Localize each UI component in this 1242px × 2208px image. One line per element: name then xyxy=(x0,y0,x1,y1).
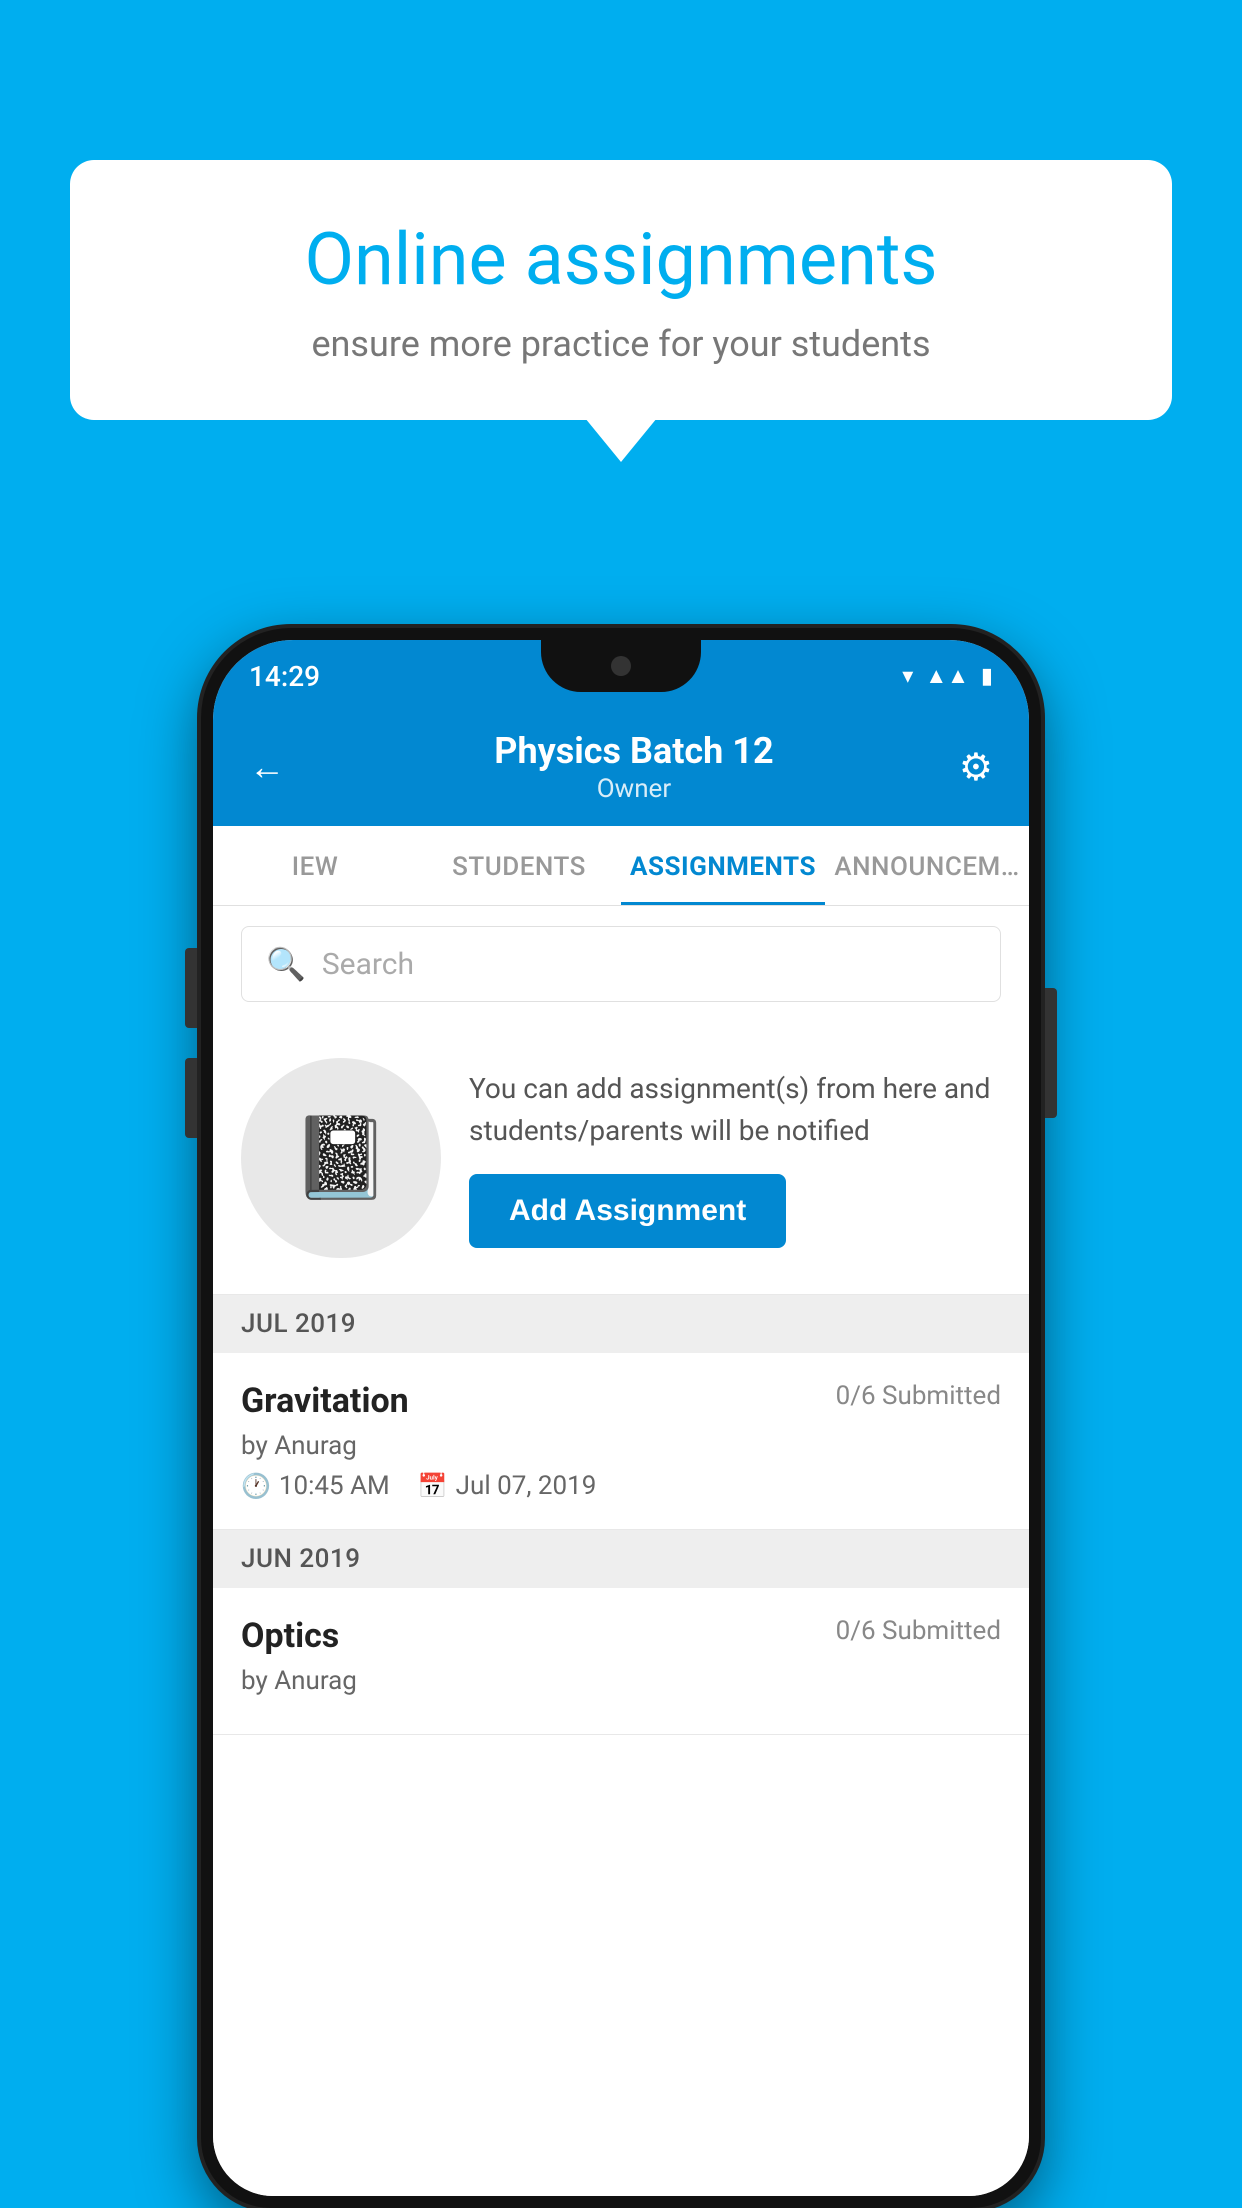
battery-icon: ▮ xyxy=(981,664,993,689)
tab-students[interactable]: STUDENTS xyxy=(417,826,621,905)
assignment-icon-circle: 📓 xyxy=(241,1058,441,1258)
notebook-icon: 📓 xyxy=(291,1111,391,1205)
main-content: 🔍 Search 📓 You can add assignment(s) fro… xyxy=(213,906,1029,2196)
assignment-item-optics[interactable]: Optics 0/6 Submitted by Anurag xyxy=(213,1588,1029,1735)
month-separator-jun: JUN 2019 xyxy=(213,1530,1029,1588)
header-subtitle: Owner xyxy=(309,774,959,804)
assignment-title: Gravitation xyxy=(241,1381,409,1421)
assignment-submitted-optics: 0/6 Submitted xyxy=(836,1616,1001,1646)
volume-up-button xyxy=(185,948,197,1028)
speech-bubble-subtitle: ensure more practice for your students xyxy=(130,323,1112,365)
speech-bubble-title: Online assignments xyxy=(130,220,1112,299)
camera xyxy=(611,656,631,676)
assignment-header-optics: Optics 0/6 Submitted xyxy=(241,1616,1001,1656)
search-bar[interactable]: 🔍 Search xyxy=(241,926,1001,1002)
add-section-description: You can add assignment(s) from here and … xyxy=(469,1068,1001,1152)
add-assignment-button[interactable]: Add Assignment xyxy=(469,1174,786,1248)
search-input[interactable]: Search xyxy=(322,947,414,982)
tab-iew[interactable]: IEW xyxy=(213,826,417,905)
app-header: ← Physics Batch 12 Owner ⚙ xyxy=(213,712,1029,826)
assignment-header: Gravitation 0/6 Submitted xyxy=(241,1381,1001,1421)
phone-frame: 14:29 ▾ ▲▲ ▮ ← Physics Batch 12 Owner ⚙ … xyxy=(201,628,1041,2208)
calendar-icon: 📅 xyxy=(418,1472,448,1500)
search-icon: 🔍 xyxy=(266,945,306,983)
speech-bubble: Online assignments ensure more practice … xyxy=(70,160,1172,420)
add-assignment-section: 📓 You can add assignment(s) from here an… xyxy=(213,1022,1029,1295)
wifi-icon: ▾ xyxy=(902,664,913,689)
back-button[interactable]: ← xyxy=(249,746,285,788)
search-container: 🔍 Search xyxy=(213,906,1029,1022)
settings-button[interactable]: ⚙ xyxy=(959,745,993,790)
add-section-text: You can add assignment(s) from here and … xyxy=(469,1068,1001,1248)
month-separator-jul: JUL 2019 xyxy=(213,1295,1029,1353)
assignment-title-optics: Optics xyxy=(241,1616,339,1656)
status-icons: ▾ ▲▲ ▮ xyxy=(902,663,993,689)
status-bar: 14:29 ▾ ▲▲ ▮ xyxy=(213,640,1029,712)
assignment-date: 📅 Jul 07, 2019 xyxy=(418,1471,597,1501)
status-time: 14:29 xyxy=(249,660,320,693)
assignment-by-optics: by Anurag xyxy=(241,1666,1001,1696)
header-title-block: Physics Batch 12 Owner xyxy=(309,730,959,804)
clock-icon: 🕐 xyxy=(241,1472,271,1500)
notch xyxy=(541,640,701,692)
tab-bar: IEW STUDENTS ASSIGNMENTS ANNOUNCEM… xyxy=(213,826,1029,906)
assignment-meta: 🕐 10:45 AM 📅 Jul 07, 2019 xyxy=(241,1471,1001,1501)
power-button xyxy=(1045,988,1057,1118)
assignment-submitted: 0/6 Submitted xyxy=(836,1381,1001,1411)
speech-bubble-section: Online assignments ensure more practice … xyxy=(70,160,1172,420)
assignment-by: by Anurag xyxy=(241,1431,1001,1461)
assignment-item-gravitation[interactable]: Gravitation 0/6 Submitted by Anurag 🕐 10… xyxy=(213,1353,1029,1530)
tab-assignments[interactable]: ASSIGNMENTS xyxy=(621,826,825,905)
header-title: Physics Batch 12 xyxy=(309,730,959,772)
assignment-time: 🕐 10:45 AM xyxy=(241,1471,390,1501)
phone-screen: 14:29 ▾ ▲▲ ▮ ← Physics Batch 12 Owner ⚙ … xyxy=(213,640,1029,2196)
signal-icon: ▲▲ xyxy=(925,663,969,689)
volume-down-button xyxy=(185,1058,197,1138)
tab-announcements[interactable]: ANNOUNCEM… xyxy=(825,826,1029,905)
